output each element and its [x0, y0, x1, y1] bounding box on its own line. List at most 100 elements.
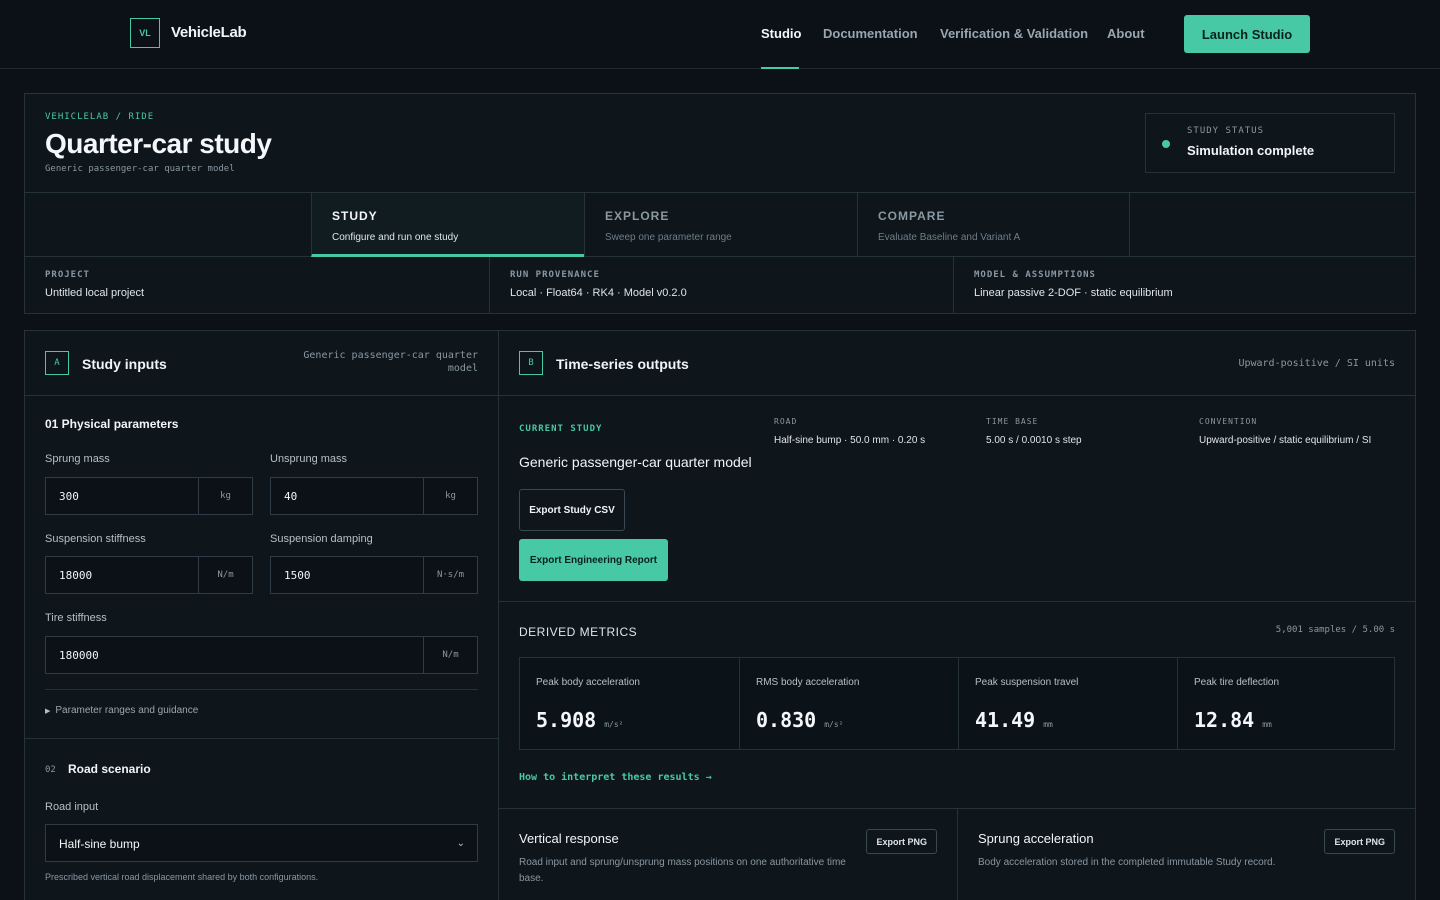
tire-stiffness-unit: N/m	[423, 637, 477, 673]
road-input-help: Prescribed vertical road displacement sh…	[45, 872, 319, 882]
logo-text[interactable]: VehicleLab	[171, 24, 247, 41]
metric-peak-tire-deflection: Peak tire deflection 12.84 mm	[1177, 658, 1396, 749]
convention-value: Upward-positive / static equilibrium / S…	[1199, 435, 1372, 446]
divider	[45, 689, 478, 690]
study-inputs-panel: A Study inputs Generic passenger-car qua…	[24, 330, 499, 900]
time-base-info: TIME BASE 5.00 s / 0.0010 s step	[986, 417, 1082, 446]
suspension-stiffness-label: Suspension stiffness	[45, 533, 146, 545]
metric-value: 5.908	[536, 708, 597, 732]
parameter-guidance-toggle[interactable]: ▶ Parameter ranges and guidance	[45, 705, 198, 716]
run-provenance-cell: RUN PROVENANCE Local · Float64 · RK4 · M…	[489, 257, 953, 313]
road-section-number: 02	[45, 765, 56, 775]
road-info-value: Half-sine bump · 50.0 mm · 0.20 s	[774, 435, 926, 446]
outputs-title: Time-series outputs	[556, 356, 689, 372]
tab-explore-desc: Sweep one parameter range	[605, 232, 732, 243]
metric-value: 12.84	[1194, 708, 1255, 732]
project-label: PROJECT	[45, 270, 90, 280]
nav-link-verification[interactable]: Verification & Validation	[940, 26, 1088, 41]
inputs-badge: A	[45, 351, 69, 375]
sprung-mass-field[interactable]: 300 kg	[45, 477, 253, 515]
metric-value: 0.830	[756, 708, 817, 732]
plot-description: Road input and sprung/unsprung mass posi…	[519, 857, 846, 884]
page-title: Quarter-car study	[45, 128, 272, 159]
derived-metrics-grid: Peak body acceleration 5.908 m/s² RMS bod…	[519, 657, 1395, 750]
export-engineering-report-button[interactable]: Export Engineering Report	[519, 539, 668, 581]
unsprung-mass-label: Unsprung mass	[270, 453, 348, 465]
physical-parameters-title: 01 Physical parameters	[45, 417, 179, 431]
project-cell: PROJECT Untitled local project	[25, 257, 489, 313]
metric-unit: m/s²	[604, 720, 624, 729]
tab-study-desc: Configure and run one study	[332, 232, 459, 243]
model-assumptions-cell: MODEL & ASSUMPTIONS Linear passive 2-DOF…	[953, 257, 1415, 313]
tab-compare[interactable]: COMPARE Evaluate Baseline and Variant A	[857, 193, 1130, 257]
model-assumptions-label: MODEL & ASSUMPTIONS	[974, 270, 1096, 280]
outputs-panel-header: B Time-series outputs Upward-positive / …	[499, 331, 1415, 396]
metric-rms-body-acceleration: RMS body acceleration 0.830 m/s²	[739, 658, 958, 749]
suspension-stiffness-field[interactable]: 18000 N/m	[45, 556, 253, 594]
nav-active-indicator	[761, 67, 799, 69]
status-label: STUDY STATUS	[1187, 126, 1265, 136]
metric-unit: m/s²	[824, 720, 844, 729]
nav-link-documentation[interactable]: Documentation	[823, 26, 918, 41]
project-value: Untitled local project	[45, 287, 145, 299]
tab-compare-desc: Evaluate Baseline and Variant A	[878, 232, 1021, 243]
inputs-meta: Generic passenger-car quarter model	[303, 350, 478, 374]
disclosure-triangle-icon: ▶	[45, 708, 51, 715]
outputs-badge: B	[519, 351, 543, 375]
road-input-value: Half-sine bump	[59, 837, 140, 851]
chevron-down-icon: ⌄	[456, 838, 465, 849]
suspension-damping-field[interactable]: 1500 N·s/m	[270, 556, 478, 594]
unsprung-mass-unit: kg	[423, 478, 477, 514]
status-dot-icon	[1162, 140, 1170, 148]
tab-study-name: STUDY	[332, 209, 378, 223]
logo-mark[interactable]: VL	[130, 18, 160, 48]
export-study-csv-button[interactable]: Export Study CSV	[519, 489, 625, 531]
road-input-label: Road input	[45, 801, 99, 813]
parameter-guidance-label: Parameter ranges and guidance	[55, 705, 199, 716]
derived-metrics-meta: 5,001 samples / 5.00 s	[1275, 625, 1395, 635]
suspension-stiffness-value[interactable]: 18000	[59, 569, 92, 582]
metric-value: 41.49	[975, 708, 1036, 732]
metric-label: Peak body acceleration	[536, 677, 640, 688]
interpret-results-link[interactable]: How to interpret these results →	[519, 772, 712, 783]
top-nav: VL VehicleLab Studio Documentation Verif…	[0, 0, 1440, 69]
study-status-card: STUDY STATUS Simulation complete	[1145, 113, 1395, 173]
metric-peak-body-acceleration: Peak body acceleration 5.908 m/s²	[520, 658, 739, 749]
road-info: ROAD Half-sine bump · 50.0 mm · 0.20 s	[774, 417, 925, 446]
provenance-row: PROJECT Untitled local project RUN PROVE…	[25, 257, 1415, 314]
inputs-title: Study inputs	[82, 356, 167, 372]
derived-metrics-title: DERIVED METRICS	[519, 625, 638, 639]
export-png-button[interactable]: Export PNG	[1324, 829, 1395, 854]
current-study-name: Generic passenger-car quarter model	[519, 454, 752, 470]
launch-studio-button[interactable]: Launch Studio	[1184, 15, 1310, 53]
tire-stiffness-field[interactable]: 180000 N/m	[45, 636, 478, 674]
outputs-meta: Upward-positive / SI units	[1238, 358, 1395, 369]
tab-compare-name: COMPARE	[878, 209, 946, 223]
road-info-label: ROAD	[774, 417, 798, 426]
tab-study[interactable]: STUDY Configure and run one study	[311, 193, 584, 257]
tab-explore[interactable]: EXPLORE Sweep one parameter range	[584, 193, 857, 257]
metric-label: RMS body acceleration	[756, 677, 860, 688]
suspension-damping-unit: N·s/m	[423, 557, 477, 593]
road-input-select[interactable]: Half-sine bump ⌄	[45, 824, 478, 862]
tire-stiffness-value[interactable]: 180000	[59, 649, 99, 662]
metric-unit: mm	[1043, 720, 1053, 729]
suspension-stiffness-unit: N/m	[198, 557, 252, 593]
metric-peak-suspension-travel: Peak suspension travel 41.49 mm	[958, 658, 1177, 749]
nav-link-about[interactable]: About	[1107, 26, 1145, 41]
tab-explore-name: EXPLORE	[605, 209, 670, 223]
time-base-value: 5.00 s / 0.0010 s step	[986, 435, 1082, 446]
plot-title: Vertical response	[519, 831, 619, 846]
road-scenario-section: 02 Road scenario Road input Half-sine bu…	[25, 738, 498, 900]
sprung-mass-value[interactable]: 300	[59, 490, 79, 503]
breadcrumb[interactable]: VEHICLELAB / RIDE	[45, 112, 154, 122]
sprung-acceleration-card: Sprung acceleration Body acceleration st…	[957, 809, 1415, 900]
unsprung-mass-field[interactable]: 40 kg	[270, 477, 478, 515]
status-value: Simulation complete	[1187, 143, 1315, 158]
export-png-button[interactable]: Export PNG	[866, 829, 937, 854]
suspension-damping-value[interactable]: 1500	[284, 569, 311, 582]
nav-link-studio[interactable]: Studio	[761, 26, 801, 41]
unsprung-mass-value[interactable]: 40	[284, 490, 297, 503]
time-base-label: TIME BASE	[986, 417, 1039, 426]
divider	[499, 601, 1415, 602]
